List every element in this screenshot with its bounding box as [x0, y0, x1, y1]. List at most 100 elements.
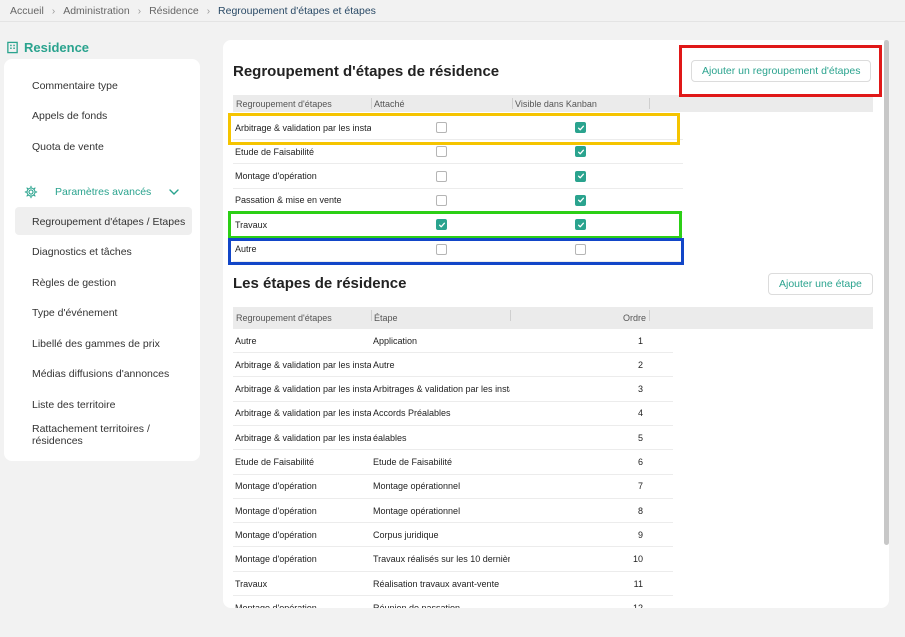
attached-checkbox[interactable]: [436, 122, 447, 133]
group-row[interactable]: Etude de Faisabilité: [233, 140, 683, 165]
step-group-cell: Arbitrage & validation par les instar: [235, 384, 371, 395]
sidebar-item-regles-gestion[interactable]: Règles de gestion: [32, 277, 116, 289]
step-row[interactable]: Arbitrage & validation par les instar Aut…: [233, 353, 673, 378]
step-order-cell: 12: [632, 602, 643, 608]
chevron-right-icon: ›: [137, 5, 142, 17]
step-name-cell: éalables: [373, 432, 407, 443]
column-header-attache[interactable]: Attaché: [371, 95, 512, 112]
kanban-checkbox[interactable]: [575, 170, 586, 182]
step-order-cell: 7: [637, 481, 643, 492]
breadcrumb-current: Regroupement d'étapes et étapes: [218, 5, 376, 17]
column-header-regroupement[interactable]: Regroupement d'étapes: [233, 307, 371, 329]
add-group-button[interactable]: Ajouter un regroupement d'étapes: [691, 60, 872, 82]
sidebar-advanced-toggle[interactable]: Paramètres avancés: [24, 185, 180, 199]
step-order-cell: 2: [637, 359, 643, 370]
attached-cell: [371, 165, 512, 188]
page-scrollbar[interactable]: [884, 40, 889, 545]
step-name-cell: Accords Préalables: [373, 408, 451, 419]
column-header-kanban[interactable]: Visible dans Kanban: [512, 95, 649, 112]
column-header-ordre[interactable]: Ordre: [510, 307, 649, 329]
sidebar-item-medias-diffusions[interactable]: Médias diffusions d'annonces: [32, 368, 169, 380]
step-order-cell: 9: [637, 529, 643, 540]
step-name-cell: Travaux réalisés sur les 10 dernièr: [373, 554, 510, 565]
step-row[interactable]: Etude de Faisabilité Etude de Faisabilité…: [233, 451, 673, 475]
column-header-etape[interactable]: Étape: [371, 307, 510, 329]
step-row[interactable]: Montage d'opération Travaux réalisés sur …: [233, 548, 673, 572]
step-group-cell: Autre: [235, 335, 257, 346]
sidebar-item-rattachement[interactable]: Rattachement territoires / résidences: [32, 423, 172, 447]
step-order-cell: 6: [637, 457, 643, 467]
step-row[interactable]: Arbitrage & validation par les instar éal…: [233, 426, 673, 451]
group-row[interactable]: Montage d'opération: [233, 165, 683, 189]
step-group-cell: Montage d'opération: [235, 481, 317, 492]
breadcrumb: Accueil › Administration › Résidence › R…: [10, 4, 376, 18]
add-step-button[interactable]: Ajouter une étape: [768, 273, 873, 295]
kanban-cell: [512, 116, 649, 139]
attached-cell: [371, 213, 512, 236]
group-row[interactable]: Autre: [233, 238, 683, 262]
step-row[interactable]: Montage d'opération Montage opérationnel 8: [233, 499, 673, 524]
kanban-checkbox[interactable]: [575, 219, 586, 231]
kanban-checkbox[interactable]: [575, 122, 586, 133]
column-header-regroupement[interactable]: Regroupement d'étapes: [233, 95, 371, 112]
kanban-checkbox[interactable]: [575, 194, 586, 206]
sidebar-item-quota-de-vente[interactable]: Quota de vente: [32, 141, 104, 153]
steps-title: Les étapes de résidence: [233, 275, 407, 292]
gear-icon: [24, 185, 38, 199]
step-name-cell: Réalisation travaux avant-vente: [373, 578, 500, 589]
step-row[interactable]: Autre Application 1: [233, 329, 673, 353]
step-name-cell: Autre: [373, 359, 395, 370]
step-name-cell: Réunion de passation: [373, 602, 461, 608]
chevron-down-icon: [169, 189, 179, 195]
step-order-cell: 4: [637, 408, 643, 419]
step-name-cell: Montage opérationnel: [373, 481, 461, 492]
breadcrumb-home[interactable]: Accueil: [10, 5, 44, 17]
group-name-cell: Etude de Faisabilité: [235, 146, 315, 157]
kanban-cell: [512, 213, 649, 236]
sidebar-item-liste-territoire[interactable]: Liste des territoire: [32, 399, 115, 411]
step-group-cell: Arbitrage & validation par les instar: [235, 408, 371, 419]
group-name-cell: Travaux: [235, 219, 268, 230]
attached-checkbox[interactable]: [436, 243, 447, 255]
kanban-checkbox[interactable]: [575, 243, 586, 255]
attached-checkbox[interactable]: [436, 170, 447, 182]
sidebar-item-diagnostics[interactable]: Diagnostics et tâches: [32, 246, 132, 258]
attached-checkbox[interactable]: [436, 146, 447, 158]
kanban-cell: [512, 165, 649, 188]
steps-table-header: Regroupement d'étapes Étape Ordre: [233, 307, 873, 329]
sidebar-item-gammes-prix[interactable]: Libellé des gammes de prix: [32, 338, 160, 350]
step-row[interactable]: Montage d'opération Réunion de passation 1…: [233, 596, 673, 608]
step-row[interactable]: Travaux Réalisation travaux avant-vente 11: [233, 572, 673, 596]
group-name-cell: Passation & mise en vente: [235, 195, 342, 206]
attached-cell: [371, 116, 512, 139]
step-row[interactable]: Montage d'opération Corpus juridique 9: [233, 523, 673, 548]
step-row[interactable]: Arbitrage & validation par les instar Arb…: [233, 378, 673, 402]
attached-checkbox[interactable]: [436, 194, 447, 206]
group-row[interactable]: Travaux: [233, 213, 683, 238]
sidebar-item-appels-de-fonds[interactable]: Appels de fonds: [32, 110, 107, 122]
header-divider: [0, 21, 905, 22]
step-name-cell: Arbitrages & validation par les insta: [373, 384, 510, 395]
step-row[interactable]: Arbitrage & validation par les instar Acc…: [233, 402, 673, 426]
group-name-cell: Montage d'opération: [235, 171, 317, 182]
sidebar-item-commentaire-type[interactable]: Commentaire type: [32, 80, 118, 92]
step-group-cell: Montage d'opération: [235, 529, 317, 540]
group-name-cell: Autre: [235, 244, 257, 254]
group-row[interactable]: Arbitrage & validation par les instar: [233, 116, 683, 140]
kanban-checkbox[interactable]: [575, 146, 586, 158]
step-group-cell: Travaux: [235, 578, 268, 589]
step-row[interactable]: Montage d'opération Montage opérationnel 7: [233, 475, 673, 499]
step-name-cell: Corpus juridique: [373, 529, 439, 540]
sidebar-item-type-evenement[interactable]: Type d'événement: [32, 307, 117, 319]
breadcrumb-residence[interactable]: Résidence: [149, 5, 199, 17]
step-name-cell: Etude de Faisabilité: [373, 457, 453, 467]
step-order-cell: 5: [637, 432, 643, 443]
step-order-cell: 8: [637, 505, 643, 516]
step-name-cell: Montage opérationnel: [373, 505, 461, 516]
sidebar-item-regroupement-etapes[interactable]: Regroupement d'étapes / Etapes: [32, 216, 185, 228]
groups-table-header: Regroupement d'étapes Attaché Visible da…: [233, 95, 873, 112]
breadcrumb-administration[interactable]: Administration: [63, 5, 130, 17]
step-group-cell: Etude de Faisabilité: [235, 457, 315, 467]
group-row[interactable]: Passation & mise en vente: [233, 189, 683, 213]
attached-checkbox[interactable]: [436, 219, 447, 231]
